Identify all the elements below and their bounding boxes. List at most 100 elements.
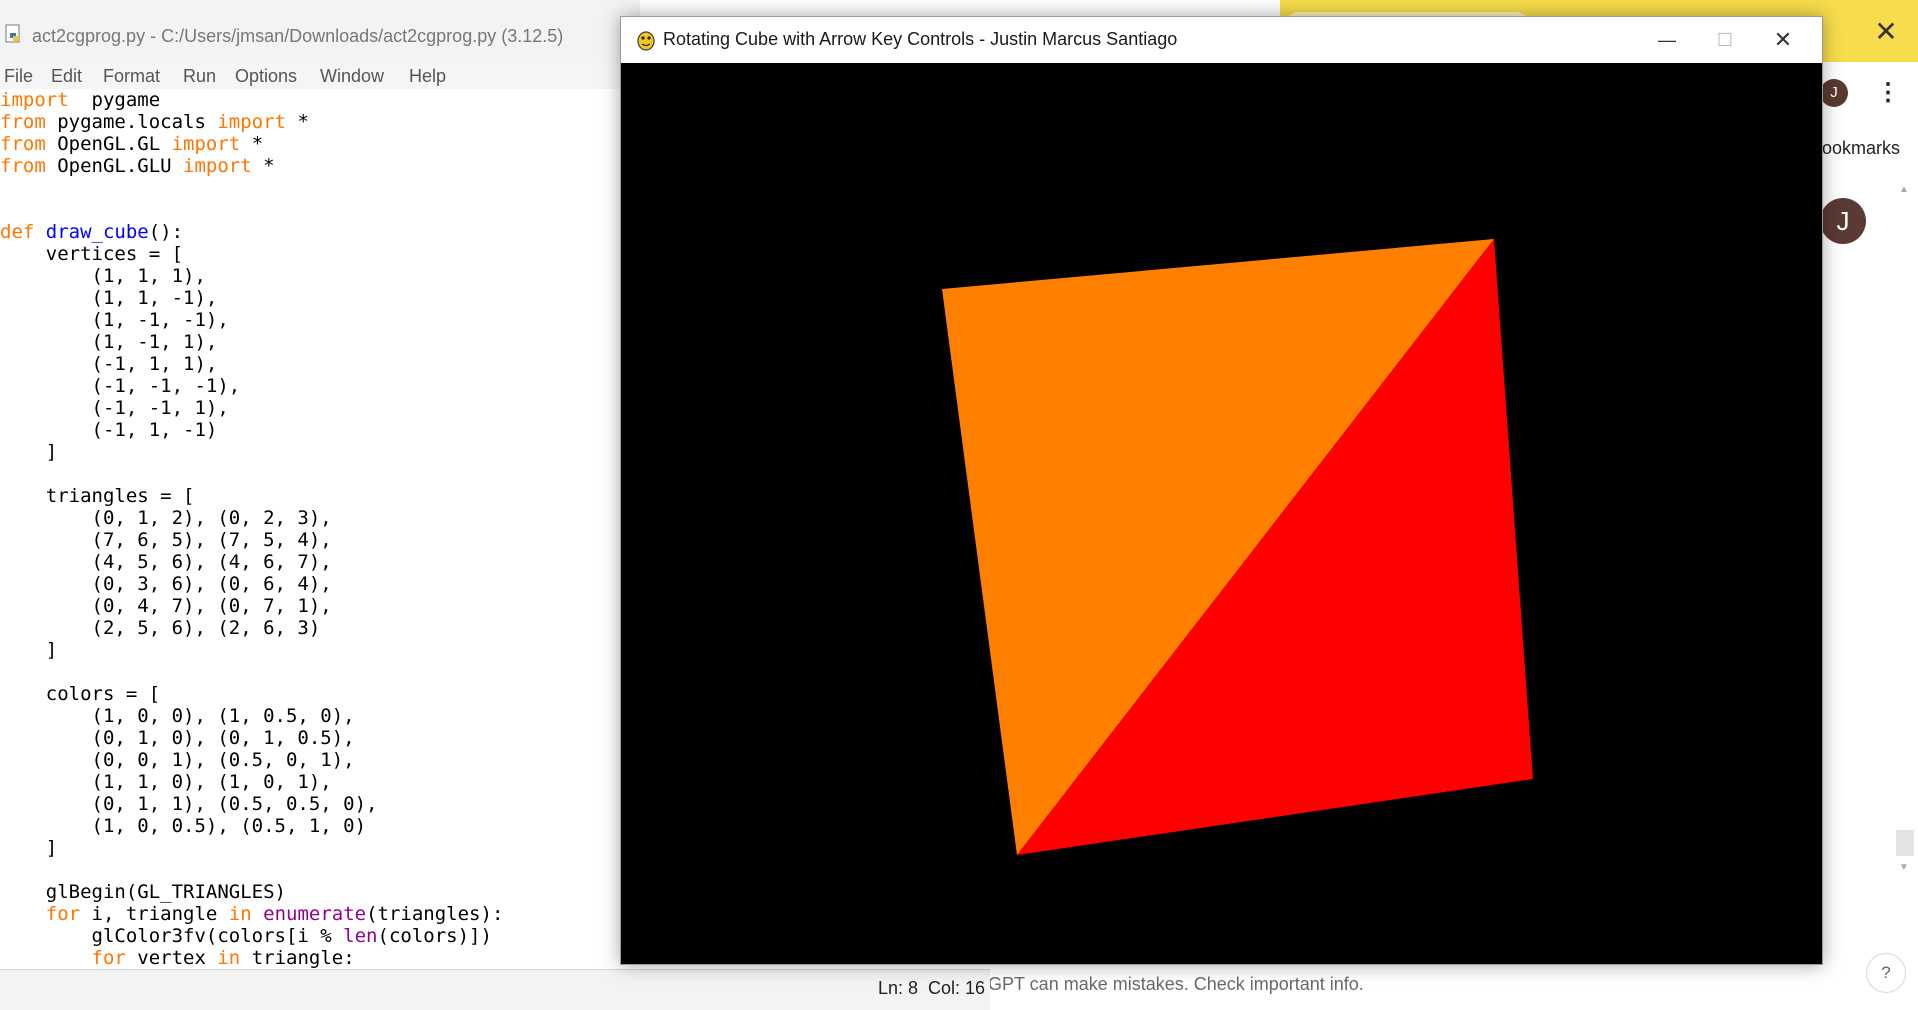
code-token: OpenGL.GL	[45, 133, 172, 155]
code-line: ]	[0, 441, 503, 463]
code-line: def draw_cube():	[0, 221, 503, 243]
profile-avatar[interactable]: J	[1820, 79, 1848, 107]
code-line: (1, 0, 0), (1, 0.5, 0),	[0, 705, 503, 727]
code-token: for	[45, 903, 81, 925]
pygame-snake-icon	[637, 31, 655, 51]
code-line: (1, -1, 1),	[0, 331, 503, 353]
menu-run[interactable]: Run	[183, 66, 216, 87]
close-icon[interactable]: ✕	[1748, 17, 1818, 63]
code-line: (0, 0, 1), (0.5, 0, 1),	[0, 749, 503, 771]
code-line: glColor3fv(colors[i % len(colors)])	[0, 925, 503, 947]
code-line: (1, 1, 1),	[0, 265, 503, 287]
code-token: colors = [	[0, 683, 161, 705]
code-token: *	[240, 133, 264, 155]
code-token: import	[171, 133, 241, 155]
help-button[interactable]: ?	[1866, 953, 1906, 993]
browser-close-icon[interactable]: ✕	[1868, 14, 1904, 50]
code-token: (0, 0, 1), (0.5, 0, 1),	[0, 749, 355, 771]
code-token: pygame.locals	[45, 111, 218, 133]
code-token: len	[343, 925, 378, 947]
code-line: (0, 3, 6), (0, 6, 4),	[0, 573, 503, 595]
code-line: (1, 1, -1),	[0, 287, 503, 309]
scroll-up-icon[interactable]: ▲	[1899, 184, 1909, 195]
code-token: triangle:	[240, 947, 355, 969]
code-line: triangles = [	[0, 485, 503, 507]
code-token: (2, 5, 6), (2, 6, 3)	[0, 617, 321, 639]
code-token: OpenGL.GLU	[45, 155, 184, 177]
code-line: (0, 4, 7), (0, 7, 1),	[0, 595, 503, 617]
code-line: from pygame.locals import *	[0, 111, 503, 133]
pygame-titlebar[interactable]: Rotating Cube with Arrow Key Controls - …	[621, 17, 1822, 63]
menu-file[interactable]: File	[4, 66, 33, 87]
code-token: (-1, -1, -1),	[0, 375, 241, 397]
pygame-window-title: Rotating Cube with Arrow Key Controls - …	[663, 29, 1178, 49]
code-token: (1, 0, 0), (1, 0.5, 0),	[0, 705, 355, 727]
code-token: for	[91, 947, 126, 969]
code-line: (1, -1, -1),	[0, 309, 503, 331]
code-line: (1, 1, 0), (1, 0, 1),	[0, 771, 503, 793]
code-line: (7, 6, 5), (7, 5, 4),	[0, 529, 503, 551]
code-token: vertices = [	[0, 243, 184, 265]
code-token: (colors)])	[377, 925, 492, 947]
menu-help[interactable]: Help	[409, 66, 446, 87]
code-token: (-1, -1, 1),	[0, 397, 229, 419]
chat-scrollbar-thumb[interactable]	[1896, 830, 1914, 856]
code-token: pygame	[68, 89, 161, 111]
python-file-icon	[5, 24, 20, 43]
chat-disclaimer: GPT can make mistakes. Check important i…	[988, 974, 1364, 994]
code-token: vertex	[125, 947, 218, 969]
code-token: *	[286, 111, 309, 133]
code-token: enumerate	[263, 903, 367, 925]
opengl-render-canvas[interactable]	[621, 63, 1822, 964]
code-token: ]	[0, 837, 58, 859]
code-token: draw_cube	[45, 221, 149, 243]
code-token: (1, 1, 0), (1, 0, 1),	[0, 771, 332, 793]
code-line: (2, 5, 6), (2, 6, 3)	[0, 617, 503, 639]
code-line: ]	[0, 639, 503, 661]
menu-options[interactable]: Options	[235, 66, 297, 87]
code-token: (1, 1, 1),	[0, 265, 206, 287]
code-token: import	[0, 89, 69, 111]
code-editor[interactable]: import pygame from pygame.locals import *…	[0, 89, 622, 969]
code-line: (0, 1, 2), (0, 2, 3),	[0, 507, 503, 529]
code-token: import	[217, 111, 286, 133]
code-line: (-1, 1, 1),	[0, 353, 503, 375]
code-token: ]	[0, 639, 58, 661]
code-line: (0, 1, 0), (0, 1, 0.5),	[0, 727, 503, 749]
browser-menu-icon[interactable]: ⋮	[1876, 76, 1900, 110]
code-line: (0, 1, 1), (0.5, 0.5, 0),	[0, 793, 503, 815]
chat-user-avatar: J	[1820, 198, 1866, 244]
code-token: ():	[148, 221, 184, 243]
bookmarks-label[interactable]: ookmarks	[1822, 138, 1900, 159]
code-token: glBegin(GL_TRIANGLES)	[0, 881, 286, 903]
code-token: def	[0, 221, 35, 243]
code-token: (-1, 1, -1)	[0, 419, 218, 441]
code-token: triangles = [	[0, 485, 195, 507]
code-line: for vertex in triangle:	[0, 947, 503, 969]
code-line: import pygame	[0, 89, 503, 111]
idle-menubar: File Edit Format Run Options Window Help	[0, 62, 640, 90]
code-line: (1, 0, 0.5), (0.5, 1, 0)	[0, 815, 503, 837]
code-token: *	[251, 155, 275, 177]
menu-format[interactable]: Format	[103, 66, 160, 87]
code-line: colors = [	[0, 683, 503, 705]
menu-window[interactable]: Window	[320, 66, 384, 87]
code-token: in	[217, 947, 241, 969]
code-token: (triangles):	[366, 903, 504, 925]
code-token: glColor3fv(colors[i %	[0, 925, 344, 947]
code-token: in	[228, 903, 252, 925]
code-token: import	[183, 155, 252, 177]
idle-statusbar	[0, 969, 990, 1010]
idle-window-title: act2cgprog.py - C:/Users/jmsan/Downloads…	[32, 26, 564, 46]
code-token: i, triangle	[80, 903, 229, 925]
scroll-down-icon[interactable]: ▼	[1899, 862, 1909, 873]
menu-edit[interactable]: Edit	[51, 66, 82, 87]
code-line: (4, 5, 6), (4, 6, 7),	[0, 551, 503, 573]
code-token: (-1, 1, 1),	[0, 353, 218, 375]
